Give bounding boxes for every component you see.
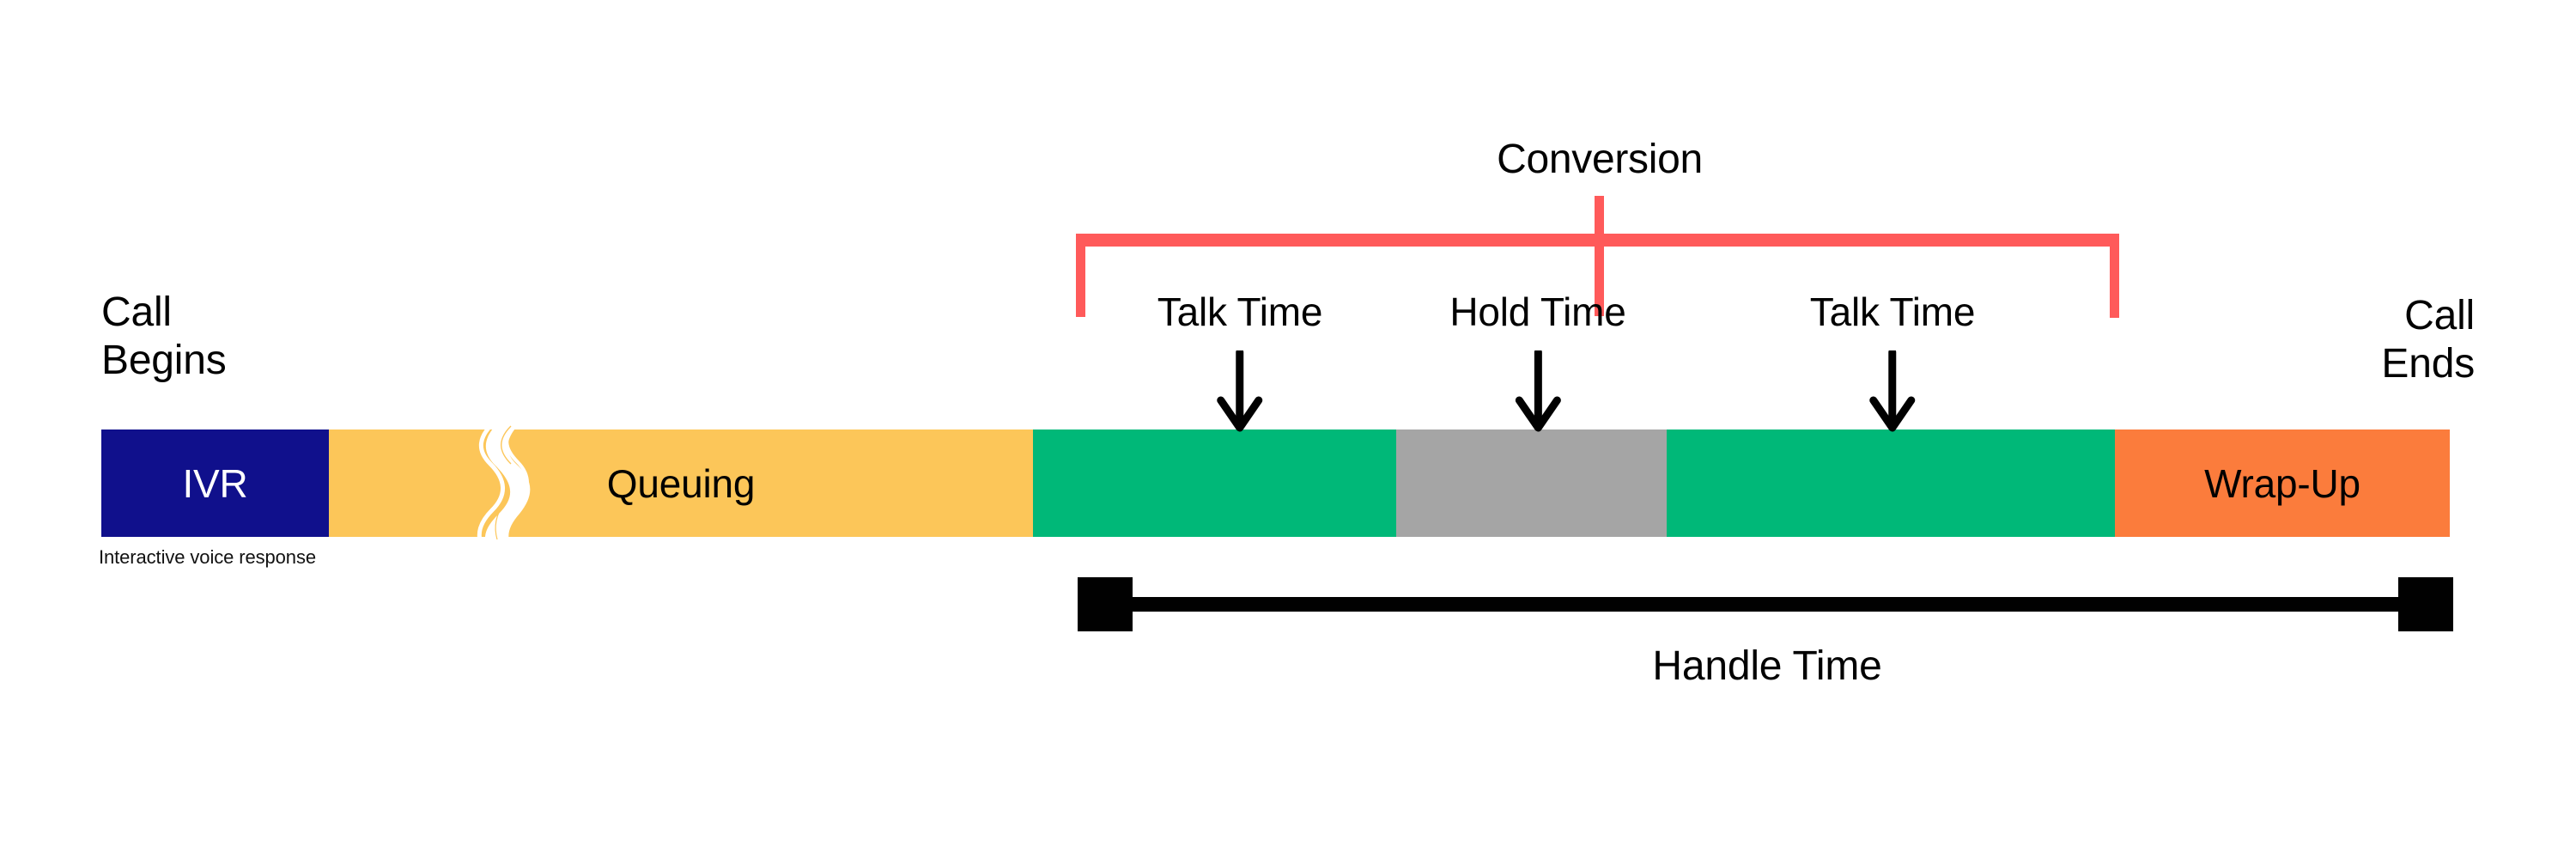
handle-time-line xyxy=(1108,597,2421,612)
conversion-label: Conversion xyxy=(1497,137,1703,182)
callout-talk-time-2: Talk Time xyxy=(1810,292,1975,432)
handle-time-label: Handle Time xyxy=(1652,643,1882,689)
conversion-bracket-span xyxy=(1076,234,2119,247)
square-cap-icon xyxy=(2398,577,2453,631)
square-cap-icon xyxy=(1078,577,1133,631)
conversion-bracket-left-leg xyxy=(1076,234,1085,317)
timeline-segment-ivr[interactable]: IVR xyxy=(101,430,329,537)
callout-talk-time-1-label: Talk Time xyxy=(1157,289,1323,334)
arrow-down-icon xyxy=(1869,350,1916,432)
timeline-segment-queuing[interactable]: Queuing xyxy=(329,421,1033,545)
timeline-segment-talk-time-2[interactable] xyxy=(1667,430,2115,537)
arrow-down-icon xyxy=(1217,350,1263,432)
call-ends-label: Call Ends xyxy=(2381,293,2475,387)
callout-hold-time: Hold Time xyxy=(1449,289,1626,432)
call-begins-label: Call Begins xyxy=(101,289,227,383)
timeline-segment-hold-time[interactable] xyxy=(1396,430,1667,537)
arrow-down-icon xyxy=(1515,350,1561,432)
conversion-bracket-right-leg xyxy=(2110,234,2119,318)
ivr-expansion-caption: Interactive voice response xyxy=(99,546,316,568)
callout-talk-time-2-label: Talk Time xyxy=(1809,289,1976,334)
call-timeline-diagram: Call Begins Call Ends IVR Queuing Wrap-U… xyxy=(0,0,2576,859)
timeline-bar: IVR Queuing Wrap-Up xyxy=(101,421,2450,545)
timeline-segment-ivr-label: IVR xyxy=(182,460,248,506)
timeline-segment-talk-time-1[interactable] xyxy=(1033,430,1396,537)
timeline-segment-wrap-up-label: Wrap-Up xyxy=(2204,460,2360,506)
callout-hold-time-label: Hold Time xyxy=(1449,289,1626,334)
timeline-segment-queuing-label: Queuing xyxy=(606,460,756,506)
squiggle-break-icon xyxy=(477,421,531,545)
timeline-segment-wrap-up[interactable]: Wrap-Up xyxy=(2115,430,2450,537)
callout-talk-time-1: Talk Time xyxy=(1157,292,1322,432)
